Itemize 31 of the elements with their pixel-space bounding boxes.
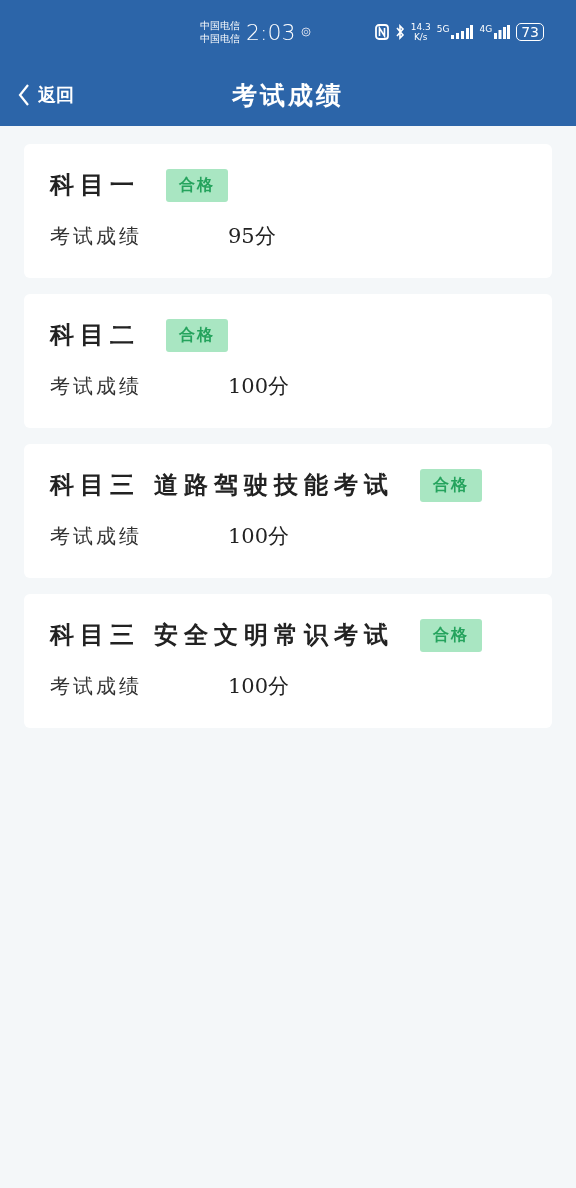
score-value: 100分 [228,373,290,400]
signal-icon [451,25,474,39]
subject-name: 科目三 安全文明常识考试 [50,619,395,651]
clock-time: 2:03 [246,19,296,45]
bluetooth-icon [394,24,405,40]
pass-tag: 合格 [420,468,483,502]
carrier-name: 中国电信 [200,32,240,45]
page-title: 考试成绩 [232,79,344,112]
back-button[interactable]: 返回 [0,83,74,107]
alarm-icon [301,27,312,37]
nfc-icon [374,24,389,40]
signal-icon [494,25,511,39]
subject-name: 科目三 道路驾驶技能考试 [50,469,395,501]
score-label: 考试成绩 [50,522,143,550]
speed-unit: K/s [413,32,428,42]
network-type: 5G [436,24,450,34]
network-type: 4G [479,24,493,34]
subject-name: 科目二 [50,319,140,351]
score-label: 考试成绩 [50,372,143,400]
battery-level: 73 [516,23,544,41]
score-value: 100分 [228,673,290,700]
pass-tag: 合格 [420,618,483,652]
score-value: 100分 [228,523,290,550]
pass-tag: 合格 [166,318,228,352]
carrier-name: 中国电信 [200,19,240,32]
network-speed: 14.3 [410,22,431,32]
score-label: 考试成绩 [50,672,143,700]
score-label: 考试成绩 [50,222,143,250]
pass-tag: 合格 [166,168,228,202]
score-value: 95分 [228,223,276,250]
subject-name: 科目一 [50,169,140,201]
